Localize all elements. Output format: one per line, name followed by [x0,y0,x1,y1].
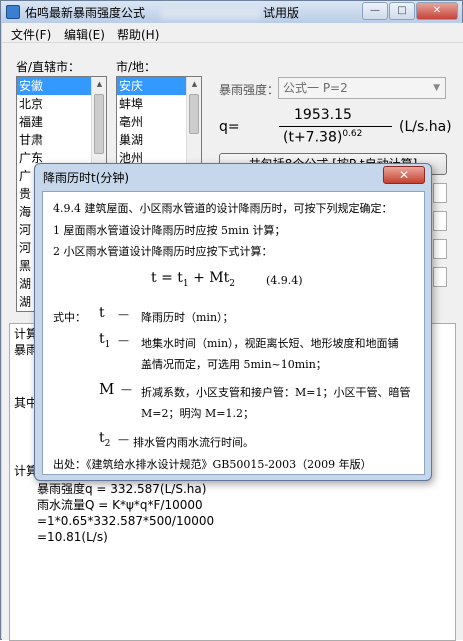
dash: — [118,308,129,321]
result-line: =1*0.65*332.587*500/10000 [37,514,215,528]
result-line: 暴雨强度q = 332.587(L/S.ha) [37,482,207,496]
input-edge[interactable] [433,211,447,231]
formula-lhs: q= [219,119,240,135]
maximize-button[interactable]: □ [389,2,415,20]
formula-numerator: 1953.15 [294,107,352,123]
province-label: 省/直辖市： [16,60,81,74]
symbol-t2: t2 [99,430,111,449]
desc-t2: 排水管内雨水流行时间。 [133,436,254,449]
clause-item-2: 2 小区雨水管道设计降雨历时应按下式计算： [53,245,273,258]
where-label: 式中： [53,311,86,324]
desc-t1-line2: 盖情况而定，可选用 5min~10min； [141,358,327,371]
dash: — [118,433,129,446]
fraction-bar [279,126,392,127]
input-edge[interactable] [433,183,447,203]
window-title: 佑鸣最新暴雨强度公式 [25,6,146,20]
dash: — [121,383,132,396]
formula-exponent: 0.62 [342,129,363,139]
scroll-thumb[interactable] [94,94,104,154]
source-citation: 出处：《建筑给水排水设计规范》GB50015-2003（2009 年版） [53,458,372,471]
dialog-close-button[interactable]: ✕ [383,166,425,184]
desc-t: 降雨历时（min）； [141,311,234,324]
window-title-suffix: 试用版 [263,6,300,20]
formula-denominator: (t+7.38)0.62 [283,129,363,146]
input-edge[interactable] [433,239,447,259]
menu-edit[interactable]: 编辑(E) [64,26,105,43]
input-edge[interactable] [433,267,447,287]
scroll-up-icon[interactable]: ▲ [187,77,201,92]
city-label: 市/地： [116,60,157,74]
menu-help[interactable]: 帮助(H) [117,26,159,43]
desc-M-line1: 折减系数，小区支管和接户管：M=1；小区干管、暗管 [141,386,411,399]
desc-M-line2: M=2；明沟 M=1.2； [141,407,254,420]
desc-t1-line1: 地集水时间（min），视距离长短、地形坡度和地面铺 [141,337,399,350]
menu-bar: 文件(F) 编辑(E) 帮助(H) [2,23,463,43]
dialog-content: 4.9.4 建筑屋面、小区雨水管道的设计降雨历时，可按下列规定确定： 1 屋面雨… [42,191,425,475]
result-line: 雨水流量Q = K*ψ*q*F/10000 [37,498,203,512]
result-line: =10.81(L/s) [37,530,108,544]
scroll-up-icon[interactable]: ▲ [92,77,106,92]
scroll-thumb[interactable] [189,94,199,134]
app-icon [6,5,20,19]
formula-label: 暴雨强度： [219,83,280,97]
menu-file[interactable]: 文件(F) [11,26,51,43]
symbol-M: M [99,380,115,398]
formula-unit: (L/s.ha) [399,119,452,135]
close-button[interactable]: ✕ [416,2,458,20]
formula-select[interactable]: 公式一 P=2 ▼ [278,77,446,99]
clause-heading: 4.9.4 建筑屋面、小区雨水管道的设计降雨历时，可按下列规定确定： [53,202,393,215]
dash: — [118,334,129,347]
clause-item-1: 1 屋面雨水管道设计降雨历时应按 5min 计算； [53,224,286,237]
symbol-t: t [99,305,105,321]
chevron-down-icon: ▼ [433,83,440,93]
dialog-title: 降雨历时t(分钟) [43,171,130,185]
rain-duration-dialog: 降雨历时t(分钟) ✕ 4.9.4 建筑屋面、小区雨水管道的设计降雨历时，可按下… [34,163,432,481]
equation-number: (4.9.4) [266,274,303,287]
title-bar[interactable]: 佑鸣最新暴雨强度公式 试用版 — □ ✕ [1,1,462,23]
minimize-button[interactable]: — [362,2,388,20]
formula-selected: 公式一 P=2 [283,81,348,95]
symbol-t1: t1 [99,331,111,350]
title-redacted [161,5,261,19]
equation: t = t1 + Mt2 [151,270,235,289]
